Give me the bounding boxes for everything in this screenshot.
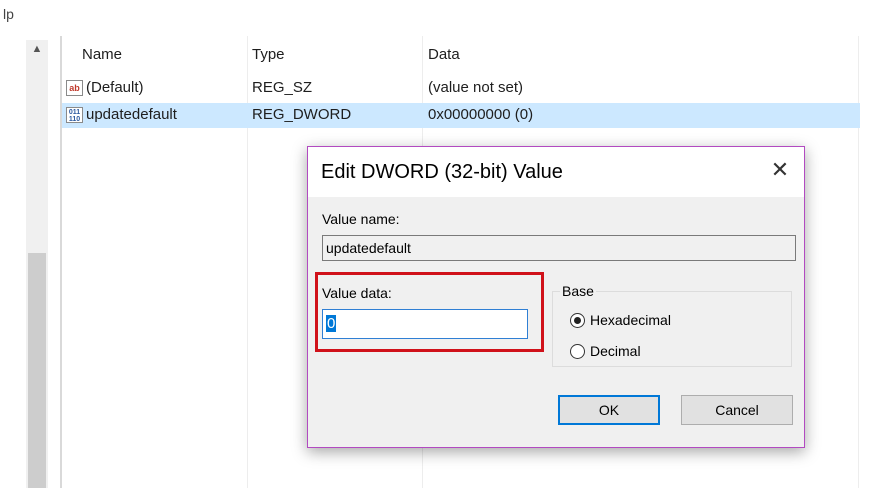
row-name: updatedefault <box>86 106 177 123</box>
scrollbar-thumb[interactable] <box>28 253 46 488</box>
cancel-button[interactable]: Cancel <box>681 395 793 425</box>
dialog-titlebar[interactable]: Edit DWORD (32-bit) Value ✕ <box>308 147 804 197</box>
list-row-updatedefault[interactable]: 011 110 updatedefault REG_DWORD 0x0000000… <box>62 103 860 128</box>
value-data-text: 0 <box>326 315 337 332</box>
value-data-label: Value data: <box>322 285 392 301</box>
base-label: Base <box>560 283 596 299</box>
value-data-input[interactable]: 0 <box>322 309 528 339</box>
radio-unselected-icon[interactable] <box>570 343 585 359</box>
row-type: REG_SZ <box>252 79 313 96</box>
list-header: Name Type Data <box>62 36 870 74</box>
radio-decimal[interactable]: Decimal <box>570 343 641 359</box>
edit-dword-dialog: Edit DWORD (32-bit) Value ✕ Value name: … <box>307 146 805 448</box>
radio-selected-icon[interactable] <box>570 312 585 328</box>
column-header-name[interactable]: Name <box>82 46 122 63</box>
close-icon[interactable]: ✕ <box>768 159 792 183</box>
radio-label: Decimal <box>590 343 641 359</box>
menu-fragment: lp <box>3 6 14 22</box>
column-header-type[interactable]: Type <box>252 46 285 63</box>
ok-button[interactable]: OK <box>558 395 660 425</box>
scroll-up-arrow-icon[interactable]: ▲ <box>26 40 48 58</box>
dialog-title: Edit DWORD (32-bit) Value <box>321 161 563 183</box>
row-data: 0x00000000 (0) <box>428 106 534 123</box>
value-name-field: updatedefault <box>322 235 796 261</box>
reg-dword-icon: 011 110 <box>66 107 83 123</box>
column-header-data[interactable]: Data <box>428 46 460 63</box>
reg-sz-icon: ab <box>66 80 83 96</box>
radio-hexadecimal[interactable]: Hexadecimal <box>570 312 671 328</box>
value-name-label: Value name: <box>322 211 400 227</box>
row-name: (Default) <box>86 79 144 96</box>
radio-label: Hexadecimal <box>590 312 671 328</box>
row-data: (value not set) <box>428 79 524 96</box>
row-type: REG_DWORD <box>252 106 352 123</box>
list-row-default[interactable]: ab (Default) REG_SZ (value not set) <box>62 76 860 101</box>
